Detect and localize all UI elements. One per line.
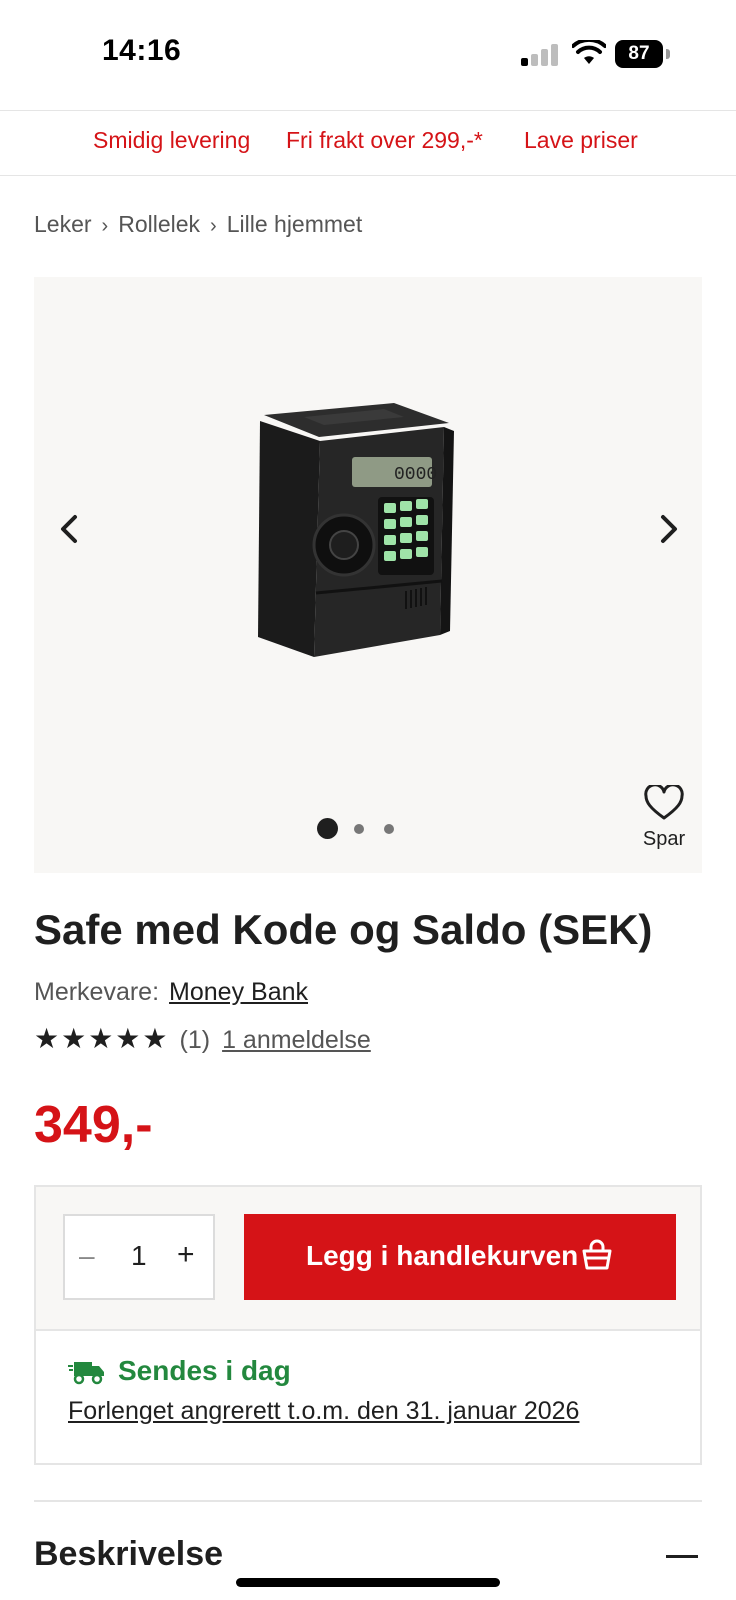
pagination-dot[interactable]	[354, 824, 364, 834]
breadcrumb-item-leker[interactable]: Leker	[34, 211, 92, 237]
brand-line: Merkevare: Money Bank	[34, 978, 308, 1007]
breadcrumb-item-rollelek[interactable]: Rollelek	[118, 211, 200, 237]
quantity-value[interactable]: 1	[131, 1240, 147, 1272]
pagination-dot[interactable]	[384, 824, 394, 834]
save-button[interactable]: Spar	[634, 783, 694, 851]
chevron-right-icon[interactable]	[648, 509, 688, 549]
promo-bar: Smidig levering Fri frakt over 299,-* La…	[0, 110, 736, 176]
brand-link[interactable]: Money Bank	[169, 978, 308, 1006]
wifi-icon	[572, 40, 606, 64]
star-rating-icon: ★★★★★	[34, 1023, 170, 1054]
rating: ★★★★★ (1) 1 anmeldelse	[34, 1022, 371, 1055]
purchase-box: – 1 + Legg i handlekurven Sendes i dag F…	[34, 1185, 702, 1465]
delivery-truck-icon	[68, 1362, 104, 1385]
status-time: 14:16	[102, 34, 182, 67]
save-label: Spar	[642, 828, 686, 850]
add-to-cart-label: Legg i handlekurven	[306, 1240, 579, 1271]
breadcrumb-item-lille-hjemmet[interactable]: Lille hjemmet	[227, 211, 363, 237]
battery-indicator: 87	[615, 40, 671, 68]
promo-free-shipping[interactable]: Fri frakt over 299,-*	[286, 127, 483, 154]
brand-label: Merkevare:	[34, 978, 160, 1006]
status-bar: 14:16 87	[0, 0, 736, 108]
battery-tip	[666, 49, 670, 59]
basket-icon	[582, 1239, 612, 1270]
promo-smooth-delivery[interactable]: Smidig levering	[93, 127, 250, 154]
heart-icon	[644, 783, 684, 820]
return-policy-link[interactable]: Forlenget angrerett t.o.m. den 31. janua…	[68, 1397, 579, 1426]
product-price: 349,-	[34, 1096, 153, 1154]
battery-level: 87	[615, 40, 663, 68]
add-to-cart-button[interactable]: Legg i handlekurven	[244, 1214, 676, 1300]
chevron-right-icon: ›	[101, 215, 109, 237]
svg-text:0000: 0000	[394, 465, 437, 485]
delivery-info: Sendes i dag Forlenget angrerett t.o.m. …	[36, 1331, 700, 1463]
cellular-signal-icon	[521, 44, 558, 66]
quantity-stepper: – 1 +	[63, 1214, 215, 1300]
reviews-link[interactable]: 1 anmeldelse	[222, 1026, 371, 1054]
shipping-status: Sendes i dag	[118, 1355, 291, 1386]
rating-count: (1)	[179, 1026, 211, 1054]
purchase-controls: – 1 + Legg i handlekurven	[36, 1187, 700, 1331]
breadcrumb: Leker › Rollelek › Lille hjemmet	[34, 211, 362, 238]
increase-quantity-button[interactable]: +	[177, 1238, 195, 1272]
description-heading[interactable]: Beskrivelse	[34, 1535, 223, 1574]
section-divider	[34, 1500, 702, 1502]
chevron-left-icon[interactable]	[50, 509, 90, 549]
promo-low-prices[interactable]: Lave priser	[524, 127, 638, 154]
pagination-dot-active[interactable]	[317, 818, 338, 839]
chevron-right-icon: ›	[210, 215, 217, 237]
decrease-quantity-button[interactable]: –	[79, 1240, 95, 1272]
home-indicator	[236, 1578, 500, 1587]
product-title: Safe med Kode og Saldo (SEK)	[34, 906, 653, 953]
product-image-gallery[interactable]: 0000 Spar	[34, 277, 702, 873]
product-image: 0000	[258, 403, 454, 657]
collapse-icon[interactable]	[666, 1555, 698, 1558]
